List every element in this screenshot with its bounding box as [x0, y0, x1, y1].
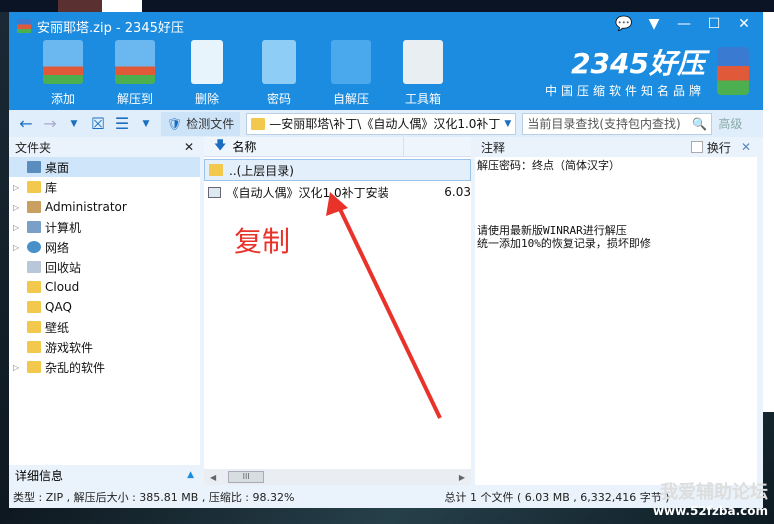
watermark: 我爱辅助论坛 www.52fzba.com — [653, 478, 768, 518]
watermark-line1: 我爱辅助论坛 — [660, 482, 768, 503]
annotation-arrow — [326, 192, 442, 419]
watermark-line2: www.52fzba.com — [652, 504, 768, 518]
